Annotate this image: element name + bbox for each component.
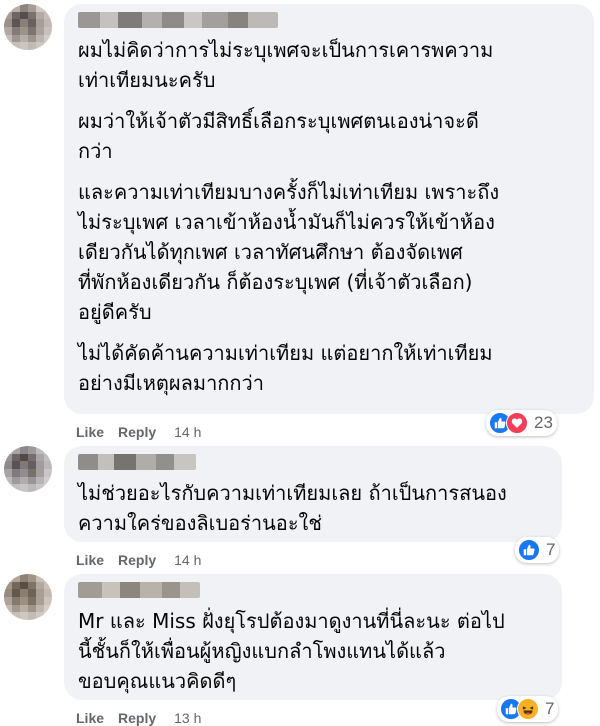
comment-timestamp[interactable]: 14 h bbox=[174, 552, 201, 568]
reply-button[interactable]: Reply bbox=[118, 424, 156, 440]
comment-line: ขอบคุณแนวคิดดีๆ bbox=[78, 669, 237, 693]
reply-button[interactable]: Reply bbox=[118, 552, 156, 568]
commenter-name-blurred[interactable] bbox=[78, 454, 196, 470]
like-button[interactable]: Like bbox=[76, 424, 104, 440]
comment-line: ผมว่าให้เจ้าตัวมีสิทธิ์เลือกระบุเพศตนเอง… bbox=[78, 109, 479, 133]
comment-line: และความเท่าเทียมบางครั้งก็ไม่เท่าเทียม เ… bbox=[78, 180, 500, 204]
reaction-summary[interactable]: 7 bbox=[497, 696, 559, 722]
reaction-summary[interactable]: 23 bbox=[486, 410, 557, 436]
commenter-avatar[interactable] bbox=[4, 446, 52, 492]
comment-text: ไม่ช่วยอะไรกับความเท่าเทียมเลย ถ้าเป็นกา… bbox=[78, 478, 507, 538]
commenter-name-blurred[interactable] bbox=[78, 12, 278, 28]
comment-timestamp[interactable]: 14 h bbox=[174, 424, 201, 440]
comment-line: ที่พักห้องเดียวกัน ก็ต้องระบุเพศ (ที่เจ้… bbox=[78, 270, 473, 294]
comment-paragraph: ผมว่าให้เจ้าตัวมีสิทธิ์เลือกระบุเพศตนเอง… bbox=[78, 106, 499, 166]
comment-paragraph: ผมไม่คิดว่าการไม่ระบุเพศจะเป็นการเคารพคว… bbox=[78, 35, 499, 95]
love-icon bbox=[506, 412, 528, 434]
comment-paragraph: ไม่ช่วยอะไรกับความเท่าเทียมเลย ถ้าเป็นกา… bbox=[78, 478, 507, 538]
comment-paragraph: ไม่ได้คัดค้านความเท่าเทียม แต่อยากให้เท่… bbox=[78, 338, 499, 398]
like-button[interactable]: Like bbox=[76, 552, 104, 568]
commenter-avatar[interactable] bbox=[4, 574, 52, 620]
reaction-count: 7 bbox=[546, 540, 556, 559]
comment-line: ไม่ช่วยอะไรกับความเท่าเทียมเลย ถ้าเป็นกา… bbox=[78, 481, 507, 505]
comment-bubble: ผมไม่คิดว่าการไม่ระบุเพศจะเป็นการเคารพคว… bbox=[64, 4, 594, 414]
reaction-count: 7 bbox=[545, 699, 555, 718]
reaction-count: 23 bbox=[534, 413, 553, 432]
comment-line: ไม่ได้คัดค้านความเท่าเทียม แต่อยากให้เท่… bbox=[78, 341, 493, 365]
comment-line: เท่าเทียมนะครับ bbox=[78, 68, 216, 92]
like-icon bbox=[518, 539, 540, 561]
comment-line: อยู่ดีครับ bbox=[78, 300, 152, 324]
comment-actions: Like Reply 14 h bbox=[76, 424, 201, 440]
comment-line: อย่างมีเหตุผลมากกว่า bbox=[78, 371, 264, 395]
haha-icon bbox=[517, 698, 539, 720]
comment-line: กว่า bbox=[78, 139, 113, 163]
comment-line: ไม่ระบุเพศ เวลาเข้าห้องน้ำมันก็ไม่ควรให้… bbox=[78, 210, 495, 234]
commenter-name-blurred[interactable] bbox=[78, 582, 200, 598]
comment-line: Mr และ Miss ฝั่งยุโรปต้องมาดูงานที่นี่ละ… bbox=[78, 609, 505, 633]
comment-paragraph: Mr และ Miss ฝั่งยุโรปต้องมาดูงานที่นี่ละ… bbox=[78, 606, 505, 696]
comment-line: เดียวกันได้ทุกเพศ เวลาทัศนศึกษา ต้องจัดเ… bbox=[78, 240, 463, 264]
comment-text: Mr และ Miss ฝั่งยุโรปต้องมาดูงานที่นี่ละ… bbox=[78, 606, 505, 696]
comment-text: ผมไม่คิดว่าการไม่ระบุเพศจะเป็นการเคารพคว… bbox=[78, 35, 499, 409]
comment-bubble: ไม่ช่วยอะไรกับความเท่าเทียมเลย ถ้าเป็นกา… bbox=[64, 446, 562, 542]
comment-paragraph: และความเท่าเทียมบางครั้งก็ไม่เท่าเทียม เ… bbox=[78, 177, 499, 327]
comment-actions: Like Reply 14 h bbox=[76, 552, 201, 568]
commenter-avatar[interactable] bbox=[4, 4, 52, 50]
comment-bubble: Mr และ Miss ฝั่งยุโรปต้องมาดูงานที่นี่ละ… bbox=[64, 574, 562, 700]
reaction-summary[interactable]: 7 bbox=[515, 537, 560, 563]
comment-line: ผมไม่คิดว่าการไม่ระบุเพศจะเป็นการเคารพคว… bbox=[78, 38, 494, 62]
comment-line: นี้ชั้นก็ให้เพื่อนผู้หญิงแบกลำโพงแทนได้แ… bbox=[78, 639, 446, 663]
comment-line: ความใคร่ของลิเบอร่านอะใช่ bbox=[78, 511, 322, 535]
